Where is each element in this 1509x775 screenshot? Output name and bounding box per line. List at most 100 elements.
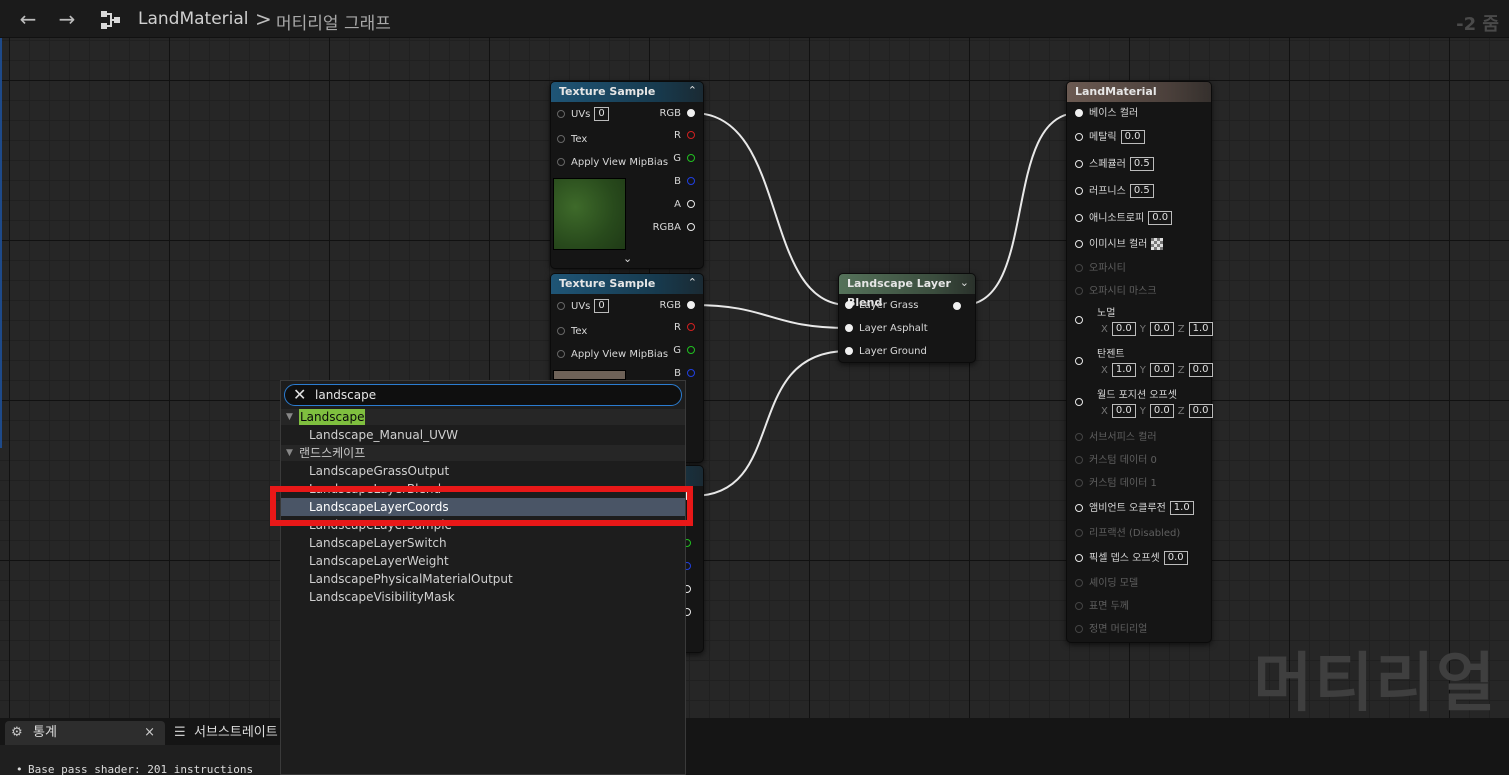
uvs-value[interactable]: 0 — [594, 299, 609, 313]
collapse-icon[interactable]: ⌃ — [688, 276, 697, 289]
list-item-selected[interactable]: LandscapeLayerCoords — [281, 498, 685, 516]
output-pin-rgb[interactable]: RGB — [659, 106, 695, 122]
search-box[interactable]: ✕ — [284, 384, 682, 406]
list-item[interactable]: LandscapeLayerWeight — [281, 552, 685, 570]
pin-label: A — [674, 199, 681, 210]
asphalt-texture-thumbnail — [553, 370, 626, 380]
forward-arrow-icon[interactable]: → — [53, 6, 81, 32]
category-landscape-korean[interactable]: ▼ 랜드스케이프 — [281, 445, 685, 461]
node-search-popup[interactable]: ✕ ▼ Landscape Landscape_Manual_UVW ▼ 랜드스… — [280, 380, 686, 775]
search-input[interactable] — [315, 387, 665, 403]
pin-label: B — [674, 368, 681, 379]
pin-anisotropy[interactable]: 애니소트로피 0.0 — [1075, 211, 1173, 227]
output-pin-a[interactable]: A — [674, 197, 695, 213]
input-pin-layer-asphalt[interactable]: Layer Asphalt — [845, 321, 928, 337]
uvs-value[interactable]: 0 — [594, 107, 609, 121]
pin-custom-data-1: 커스텀 데이터 1 — [1075, 476, 1157, 492]
breadcrumb-bar: ← → LandMaterial > 머티리얼 그래프 -2 줌 — [0, 0, 1509, 38]
pin-label: Layer Grass — [859, 300, 919, 311]
input-pin-uvs[interactable]: UVs 0 — [557, 299, 609, 315]
pin-label: 정면 머티리얼 — [1089, 624, 1148, 635]
category-landscape[interactable]: ▼ Landscape — [281, 409, 685, 425]
metallic-value[interactable]: 0.0 — [1120, 130, 1145, 144]
back-arrow-icon[interactable]: ← — [14, 6, 42, 32]
input-pin-uvs[interactable]: UVs 0 — [557, 107, 609, 123]
pin-icon — [1075, 456, 1083, 464]
texture-sample-node-1[interactable]: Texture Sample ⌃ UVs 0 Tex Apply View Mip… — [550, 81, 704, 269]
pin-label: 오파시티 — [1089, 263, 1126, 274]
pin-shading-model: 셰이딩 모델 — [1075, 576, 1138, 592]
canvas-focus-edge — [0, 38, 2, 448]
pin-normal[interactable]: 노멀 X 0.0 Y 0.0 Z 1.0 — [1075, 308, 1213, 340]
output-pin-r[interactable]: R — [674, 320, 695, 336]
pin-label: 애니소트로피 — [1089, 213, 1145, 224]
roughness-value[interactable]: 0.5 — [1129, 184, 1154, 198]
node-title: LandMaterial — [1067, 82, 1211, 102]
pin-label: B — [674, 176, 681, 187]
landscape-layer-blend-node[interactable]: Landscape Layer Blend ⌄ Layer Grass Laye… — [838, 273, 976, 363]
specular-value[interactable]: 0.5 — [1129, 157, 1154, 171]
output-pin-r[interactable]: R — [674, 128, 695, 144]
pin-label: 베이스 컬러 — [1089, 108, 1139, 119]
pin-emissive-color[interactable]: 이미시브 컬러 — [1075, 237, 1164, 253]
ao-value[interactable]: 1.0 — [1169, 501, 1194, 515]
list-item[interactable]: LandscapeVisibilityMask — [281, 588, 685, 606]
tab-substrate[interactable]: ☰ 서브스트레이트 — [168, 721, 280, 745]
graph-icon — [101, 11, 120, 29]
list-item[interactable]: LandscapeLayerSwitch — [281, 534, 685, 552]
pin-icon — [1075, 433, 1083, 441]
output-pin-g[interactable]: G — [673, 151, 695, 167]
pin-pixel-depth-offset[interactable]: 픽셀 뎁스 오프셋 0.0 — [1075, 551, 1188, 567]
anisotropy-value[interactable]: 0.0 — [1148, 211, 1173, 225]
list-item[interactable]: LandscapePhysicalMaterialOutput — [281, 570, 685, 588]
input-pin-layer-ground[interactable]: Layer Ground — [845, 344, 927, 360]
pin-custom-data-0: 커스텀 데이터 0 — [1075, 453, 1157, 469]
list-item[interactable]: LandscapeLayerSample — [281, 516, 685, 534]
material-result-node[interactable]: LandMaterial 베이스 컬러 메탈릭 0.0 스페큘러 0.5 러프니스 0… — [1066, 81, 1213, 643]
clear-icon[interactable]: ✕ — [293, 386, 306, 404]
pin-world-position-offset[interactable]: 월드 포지션 오프셋 X 0.0 Y 0.0 Z 0.0 — [1075, 390, 1213, 422]
pin-roughness[interactable]: 러프니스 0.5 — [1075, 184, 1154, 200]
close-icon[interactable]: × — [144, 721, 155, 745]
list-item[interactable]: LandscapeGrassOutput — [281, 462, 685, 480]
list-item[interactable]: Landscape_Manual_UVW — [281, 426, 685, 444]
output-pin-rgba[interactable]: RGBA — [653, 220, 695, 236]
normal-xyz: X 0.0 Y 0.0 Z 1.0 — [1097, 322, 1213, 338]
pin-icon — [1075, 187, 1083, 195]
input-pin-layer-grass[interactable]: Layer Grass — [845, 298, 918, 314]
chevron-down-icon[interactable]: ⌄ — [960, 276, 969, 289]
pin-icon — [1075, 602, 1083, 610]
pin-tangent[interactable]: 탄젠트 X 1.0 Y 0.0 Z 0.0 — [1075, 349, 1213, 381]
output-pin-b[interactable]: B — [674, 174, 695, 190]
output-pin[interactable] — [953, 302, 961, 310]
pin-icon — [1075, 357, 1083, 365]
pdo-value[interactable]: 0.0 — [1163, 551, 1188, 565]
pin-icon — [687, 223, 695, 231]
material-graph-canvas[interactable] — [0, 38, 1509, 718]
pin-icon — [687, 369, 695, 377]
checker-swatch-icon[interactable] — [1151, 238, 1164, 250]
pin-base-color[interactable]: 베이스 컬러 — [1075, 106, 1138, 122]
pin-label: 앰비언트 오클루전 — [1089, 503, 1166, 514]
output-pin-g[interactable]: G — [673, 343, 695, 359]
stats-icon: ⚙ — [11, 725, 23, 740]
input-pin-tex[interactable]: Tex — [557, 324, 587, 340]
pin-metallic[interactable]: 메탈릭 0.0 — [1075, 130, 1145, 146]
pin-specular[interactable]: 스페큘러 0.5 — [1075, 157, 1154, 173]
pin-label: 리프랙션 (Disabled) — [1089, 528, 1181, 539]
pin-icon — [1075, 398, 1083, 406]
input-pin-tex[interactable]: Tex — [557, 132, 587, 148]
list-item[interactable]: LandscapeLayerBlend — [281, 480, 685, 498]
input-pin-mipbias[interactable]: Apply View MipBias — [557, 155, 668, 171]
pin-icon — [557, 350, 565, 358]
collapse-icon[interactable]: ⌃ — [688, 84, 697, 97]
breadcrumb-root[interactable]: LandMaterial — [138, 9, 249, 29]
expand-icon[interactable]: ⌄ — [623, 252, 632, 265]
pin-icon — [687, 109, 695, 117]
pin-ambient-occlusion[interactable]: 앰비언트 오클루전 1.0 — [1075, 501, 1194, 517]
tab-stats[interactable]: ⚙ 통계 × — [5, 721, 165, 745]
input-pin-mipbias[interactable]: Apply View MipBias — [557, 347, 668, 363]
pin-icon — [1075, 160, 1083, 168]
pin-label: 러프니스 — [1089, 186, 1126, 197]
output-pin-rgb[interactable]: RGB — [659, 298, 695, 314]
